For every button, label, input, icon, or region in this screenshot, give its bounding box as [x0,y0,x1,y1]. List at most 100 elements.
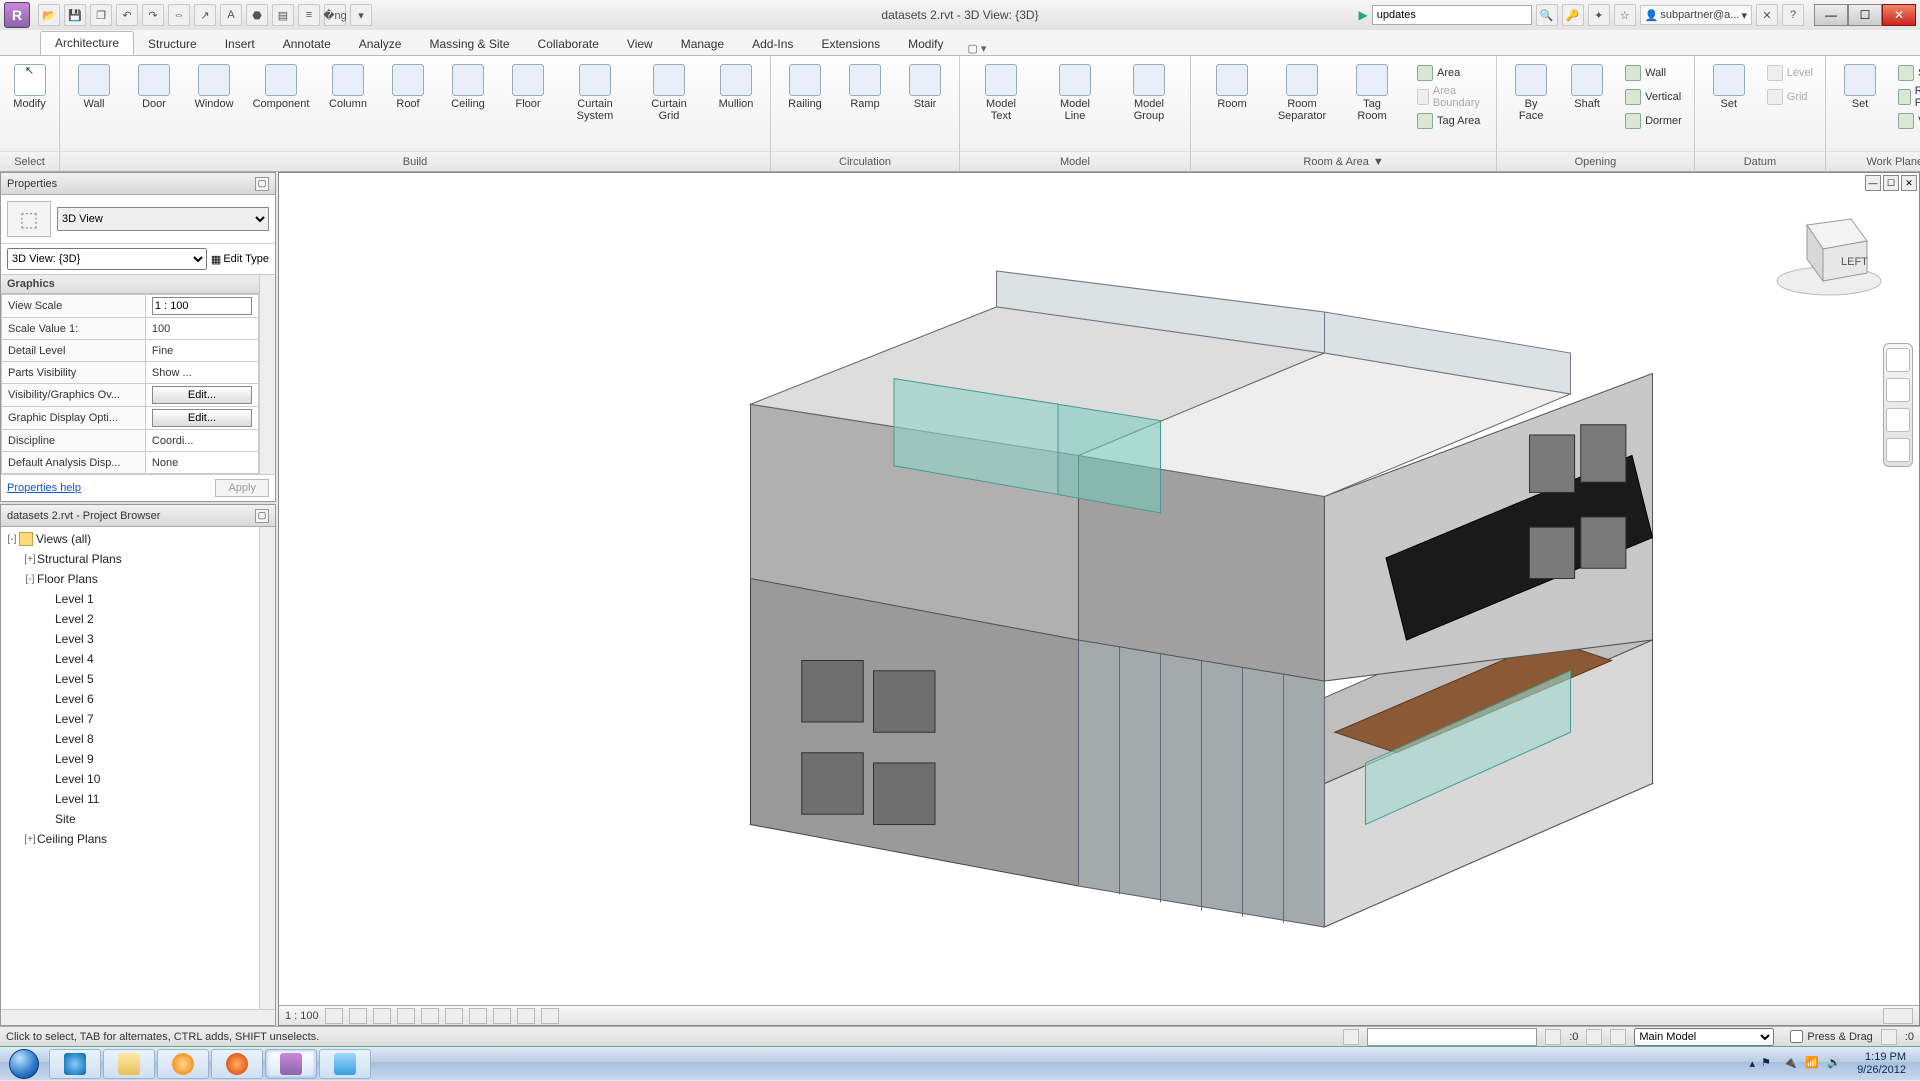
property-edit-button[interactable]: Edit... [152,386,252,404]
crop-region-icon[interactable] [469,1008,487,1024]
tab-add-ins[interactable]: Add-Ins [738,33,807,55]
start-button[interactable] [0,1047,48,1081]
tree-twisty-icon[interactable]: [+] [23,554,37,565]
type-selector[interactable]: 3D View [57,207,269,231]
visual-style-icon[interactable] [349,1008,367,1024]
tree-twisty-icon[interactable]: [+] [23,834,37,845]
favorite-icon[interactable]: ☆ [1614,4,1636,26]
property-value[interactable]: Edit... [145,384,258,407]
component-tool[interactable]: Component [246,60,316,114]
wall-tool[interactable]: Wall [66,60,122,114]
crop-view-icon[interactable] [445,1008,463,1024]
tree-node[interactable]: Level 1 [1,589,259,609]
pan-icon[interactable] [1886,378,1910,402]
tree-node[interactable]: [-]Floor Plans [1,569,259,589]
steering-wheel-icon[interactable] [1886,348,1910,372]
tree-node[interactable]: [+]Ceiling Plans [1,829,259,849]
properties-close-icon[interactable]: ▢ [255,177,269,191]
property-value[interactable]: Fine [145,340,258,362]
tree-twisty-icon[interactable]: [-] [5,534,19,545]
detail-level-icon[interactable] [325,1008,343,1024]
curtain-grid-tool[interactable]: CurtainGrid [634,60,704,126]
property-row[interactable]: Parts VisibilityShow ... [2,362,259,384]
shadows-icon[interactable] [397,1008,415,1024]
browser-close-icon[interactable]: ▢ [255,509,269,523]
property-value[interactable]: None [145,452,258,474]
tree-node[interactable]: Site [1,809,259,829]
railing-tool[interactable]: Railing [777,60,833,114]
text-icon[interactable]: A [220,4,242,26]
filter-icon[interactable] [1881,1029,1897,1045]
navigation-bar[interactable] [1883,343,1913,467]
press-drag-toggle[interactable]: Press & Drag [1790,1030,1872,1043]
tab-manage[interactable]: Manage [667,33,738,55]
properties-scrollbar[interactable] [259,275,275,474]
main-model-combo[interactable]: Main Model [1634,1028,1774,1046]
room-separator-tool[interactable]: RoomSeparator [1267,60,1337,126]
tree-node[interactable]: Level 6 [1,689,259,709]
lock-3d-icon[interactable] [493,1008,511,1024]
tab-view[interactable]: View [613,33,667,55]
project-tree[interactable]: [-]Views (all)[+]Structural Plans[-]Floo… [1,527,259,1009]
system-tray[interactable]: ▴ ⚑ 🔌 📶 🔊 1:19 PM9/26/2012 [1744,1051,1920,1075]
property-edit-button[interactable]: Edit... [152,409,252,427]
tray-network-icon[interactable]: 📶 [1805,1056,1821,1072]
switch-window-icon[interactable]: ▾ [350,4,372,26]
taskbar-ie[interactable] [49,1049,101,1079]
model-line-tool[interactable]: ModelLine [1040,60,1110,126]
category-header[interactable]: Graphics [1,275,259,294]
3d-viewport[interactable]: — ☐ ✕ [278,172,1920,1026]
vertical-tool[interactable]: Vertical [1621,86,1686,108]
property-row[interactable]: Scale Value 1:100 [2,318,259,340]
property-row[interactable]: Visibility/Graphics Ov...Edit... [2,384,259,407]
tag-area-tool[interactable]: Tag Area [1413,110,1488,132]
properties-help-link[interactable]: Properties help [7,482,81,494]
browser-hscroll[interactable] [1,1009,275,1025]
column-tool[interactable]: Column [320,60,376,114]
property-value[interactable]: Edit... [145,407,258,430]
viewer-tool[interactable]: Viewer [1894,110,1920,132]
model-group-tool[interactable]: ModelGroup [1114,60,1184,126]
mullion-tool[interactable]: Mullion [708,60,764,114]
tree-node[interactable]: Level 3 [1,629,259,649]
edit-type-button[interactable]: ▦ Edit Type [211,253,269,266]
tree-node[interactable]: Level 4 [1,649,259,669]
workset-combo[interactable] [1367,1028,1537,1046]
property-value[interactable]: Show ... [145,362,258,384]
tray-flag-icon[interactable]: ⚑ [1761,1056,1777,1072]
tab-extensions[interactable]: Extensions [807,33,894,55]
curtain-system-tool[interactable]: CurtainSystem [560,60,630,126]
set-tool[interactable]: Set [1701,60,1757,114]
taskbar-revit[interactable] [265,1049,317,1079]
app-menu-button[interactable]: R [4,2,30,28]
exclude-options-icon[interactable] [1610,1029,1626,1045]
tree-node[interactable]: Level 5 [1,669,259,689]
tree-node[interactable]: [+]Structural Plans [1,549,259,569]
infocenter-search-input[interactable] [1372,5,1532,25]
temp-hide-icon[interactable] [517,1008,535,1024]
property-row[interactable]: DisciplineCoordi... [2,430,259,452]
tree-twisty-icon[interactable]: [-] [23,574,37,585]
property-value-input[interactable] [152,297,252,315]
reveal-hidden-icon[interactable] [541,1008,559,1024]
taskbar-explorer[interactable] [103,1049,155,1079]
close-button[interactable]: ✕ [1882,4,1916,26]
viewcube[interactable]: LEFT [1769,203,1889,303]
undo-icon[interactable]: ↶ [116,4,138,26]
tree-node[interactable]: Level 7 [1,709,259,729]
align-icon[interactable]: ↗ [194,4,216,26]
tab-architecture[interactable]: Architecture [40,31,134,55]
subscription-icon[interactable]: 🔑 [1562,4,1584,26]
property-value[interactable]: 100 [145,318,258,340]
thin-lines-icon[interactable]: ≡ [298,4,320,26]
taskbar-photos[interactable] [319,1049,371,1079]
tree-node[interactable]: [-]Views (all) [1,529,259,549]
instance-selector[interactable]: 3D View: {3D} [7,248,207,270]
search-icon[interactable]: 🔍 [1536,4,1558,26]
model-text-tool[interactable]: ModelText [966,60,1036,126]
exchange-apps-icon[interactable]: ✕ [1756,4,1778,26]
ceiling-tool[interactable]: Ceiling [440,60,496,114]
tree-node[interactable]: Level 11 [1,789,259,809]
door-tool[interactable]: Door [126,60,182,114]
ramp-tool[interactable]: Ramp [837,60,893,114]
